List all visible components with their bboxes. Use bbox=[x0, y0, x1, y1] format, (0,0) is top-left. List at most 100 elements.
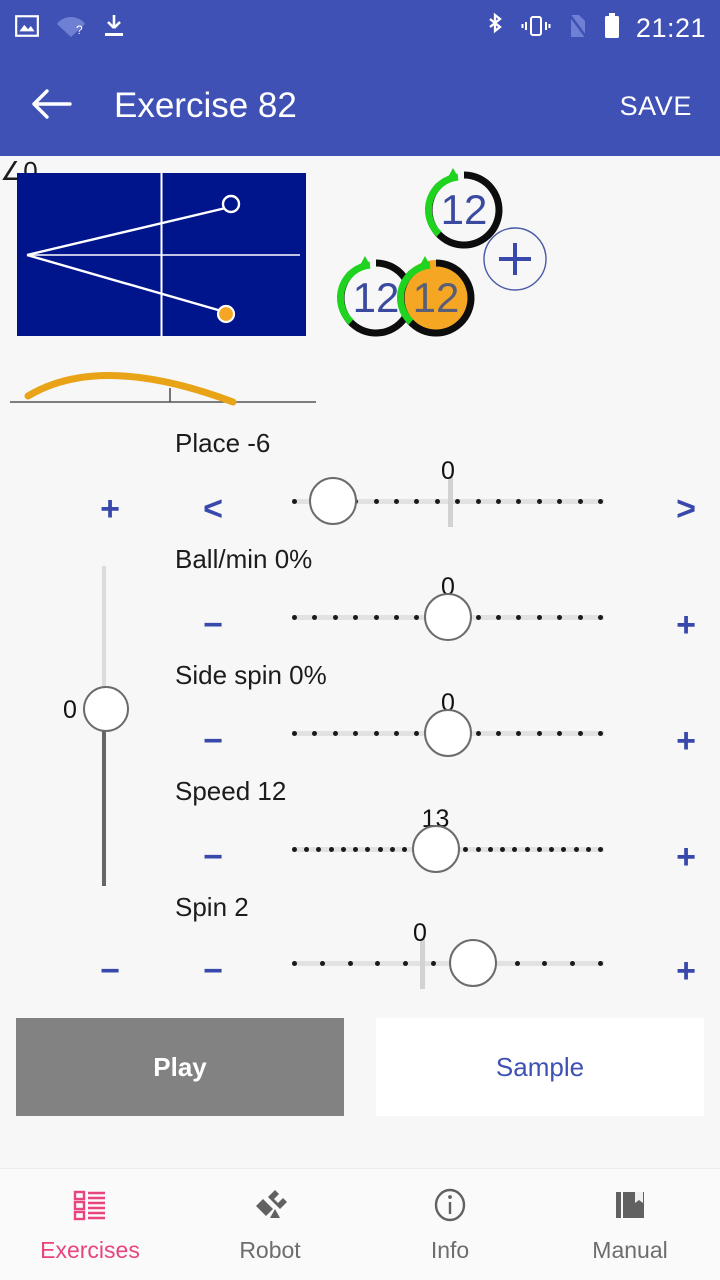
spin-slider-thumb[interactable] bbox=[448, 939, 497, 987]
place-slider[interactable]: 0 bbox=[292, 457, 604, 531]
battery-icon bbox=[602, 12, 622, 45]
info-icon bbox=[431, 1186, 469, 1229]
list-icon bbox=[71, 1186, 109, 1229]
download-icon bbox=[102, 13, 126, 44]
slider-tick bbox=[414, 615, 420, 620]
slider-tick bbox=[577, 615, 583, 620]
slider-tick bbox=[536, 731, 542, 736]
slider-tick bbox=[524, 847, 530, 852]
slider-tick bbox=[353, 847, 359, 852]
slider-tick bbox=[557, 731, 563, 736]
image-icon bbox=[14, 13, 40, 44]
app-screen: ? 21:21 Exercise 82 SAVE 12 12 12 ∠0 + −… bbox=[0, 0, 720, 1280]
spin-indicator-group: 12 12 12 bbox=[320, 164, 600, 344]
ballmin-decrease-button[interactable]: − bbox=[185, 597, 241, 653]
slider-tick bbox=[328, 847, 334, 852]
vertical-slider-track-upper bbox=[102, 566, 106, 696]
slider-tick bbox=[598, 731, 603, 736]
angle-decrease-button[interactable]: − bbox=[82, 943, 138, 999]
ballmin-slider[interactable]: 0 bbox=[292, 573, 604, 647]
vibrate-icon bbox=[520, 13, 552, 44]
nav-label-info: Info bbox=[430, 1236, 470, 1263]
nav-label-robot: Robot bbox=[239, 1236, 301, 1263]
slider-tick bbox=[577, 731, 583, 736]
slider-tick bbox=[373, 615, 379, 620]
sidespin-decrease-button[interactable]: − bbox=[185, 713, 241, 769]
nav-item-manual[interactable]: Manual bbox=[540, 1169, 720, 1280]
spin-slider[interactable]: 0 bbox=[292, 919, 604, 993]
place-slider-thumb[interactable] bbox=[308, 477, 357, 525]
slider-tick bbox=[598, 847, 603, 852]
slider-tick bbox=[570, 961, 576, 966]
status-bar: ? 21:21 bbox=[0, 0, 720, 56]
speed-slider[interactable]: 13 bbox=[292, 805, 604, 879]
slider-tick bbox=[292, 615, 297, 620]
nav-item-info[interactable]: Info bbox=[360, 1169, 540, 1280]
sidespin-increase-button[interactable]: + bbox=[658, 713, 714, 769]
angle-increase-button[interactable]: + bbox=[82, 481, 138, 537]
back-button[interactable] bbox=[22, 77, 80, 135]
nav-label-manual: Manual bbox=[592, 1236, 668, 1263]
slider-tick bbox=[536, 847, 542, 852]
slider-tick bbox=[573, 847, 579, 852]
ballmin-slider-thumb[interactable] bbox=[424, 593, 472, 641]
spin-chip-selected[interactable]: 12 bbox=[390, 252, 482, 344]
book-icon bbox=[611, 1186, 649, 1229]
slider-tick bbox=[496, 615, 501, 620]
slider-tick bbox=[292, 499, 297, 504]
slider-tick bbox=[431, 961, 437, 966]
vertical-slider-track-lower bbox=[102, 716, 106, 886]
vertical-slider-thumb[interactable] bbox=[83, 686, 129, 732]
sample-button[interactable]: Sample bbox=[376, 1018, 704, 1116]
ballmin-increase-button[interactable]: + bbox=[658, 597, 714, 653]
slider-tick bbox=[536, 499, 542, 504]
status-bar-clock: 21:21 bbox=[635, 12, 706, 43]
row-label-ballmin: Ball/min 0% bbox=[175, 544, 313, 574]
slider-tick bbox=[475, 615, 481, 620]
bluetooth-icon bbox=[484, 12, 506, 45]
svg-text:?: ? bbox=[76, 23, 83, 37]
speed-slider-thumb[interactable] bbox=[411, 825, 460, 873]
row-label-speed: Speed 12 bbox=[175, 776, 287, 806]
arrow-left-icon bbox=[30, 87, 72, 126]
slider-tick bbox=[375, 961, 381, 966]
slider-tick bbox=[389, 847, 395, 852]
nav-item-robot[interactable]: Robot bbox=[180, 1169, 360, 1280]
slider-tick bbox=[475, 499, 481, 504]
slider-tick bbox=[373, 499, 379, 504]
wifi-question-icon: ? bbox=[56, 13, 86, 44]
slider-tick bbox=[365, 847, 371, 852]
slider-tick bbox=[496, 499, 501, 504]
spin-increase-button[interactable]: + bbox=[658, 943, 714, 999]
nav-item-exercises[interactable]: Exercises bbox=[0, 1169, 180, 1280]
app-bar: Exercise 82 SAVE bbox=[0, 56, 720, 156]
slider-tick bbox=[373, 731, 379, 736]
place-slider-value: 0 bbox=[441, 457, 455, 485]
court-diagram[interactable] bbox=[17, 173, 306, 336]
slider-tick bbox=[394, 731, 399, 736]
speed-decrease-button[interactable]: − bbox=[185, 829, 241, 885]
slider-tick bbox=[512, 847, 518, 852]
slider-tick bbox=[536, 615, 542, 620]
speed-increase-button[interactable]: + bbox=[658, 829, 714, 885]
place-next-button[interactable]: > bbox=[658, 481, 714, 537]
save-button[interactable]: SAVE bbox=[614, 81, 698, 132]
slider-tick bbox=[414, 499, 420, 504]
spin-slider-value: 0 bbox=[412, 919, 427, 947]
slider-tick bbox=[475, 847, 481, 852]
place-previous-button[interactable]: < bbox=[185, 481, 241, 537]
slider-tick bbox=[292, 961, 297, 966]
slider-tick bbox=[377, 847, 383, 852]
slider-tick bbox=[496, 731, 501, 736]
sidespin-slider[interactable]: 0 bbox=[292, 689, 604, 763]
slider-tick bbox=[487, 847, 493, 852]
slider-tick bbox=[516, 499, 522, 504]
sidespin-slider-thumb[interactable] bbox=[424, 709, 472, 757]
spin-decrease-button[interactable]: − bbox=[185, 943, 241, 999]
slider-tick bbox=[340, 847, 346, 852]
slider-tick bbox=[598, 499, 603, 504]
angle-vertical-slider[interactable]: 0 bbox=[63, 566, 155, 886]
add-spin-button[interactable] bbox=[482, 226, 548, 292]
slider-tick bbox=[292, 731, 297, 736]
play-button[interactable]: Play bbox=[16, 1018, 344, 1116]
